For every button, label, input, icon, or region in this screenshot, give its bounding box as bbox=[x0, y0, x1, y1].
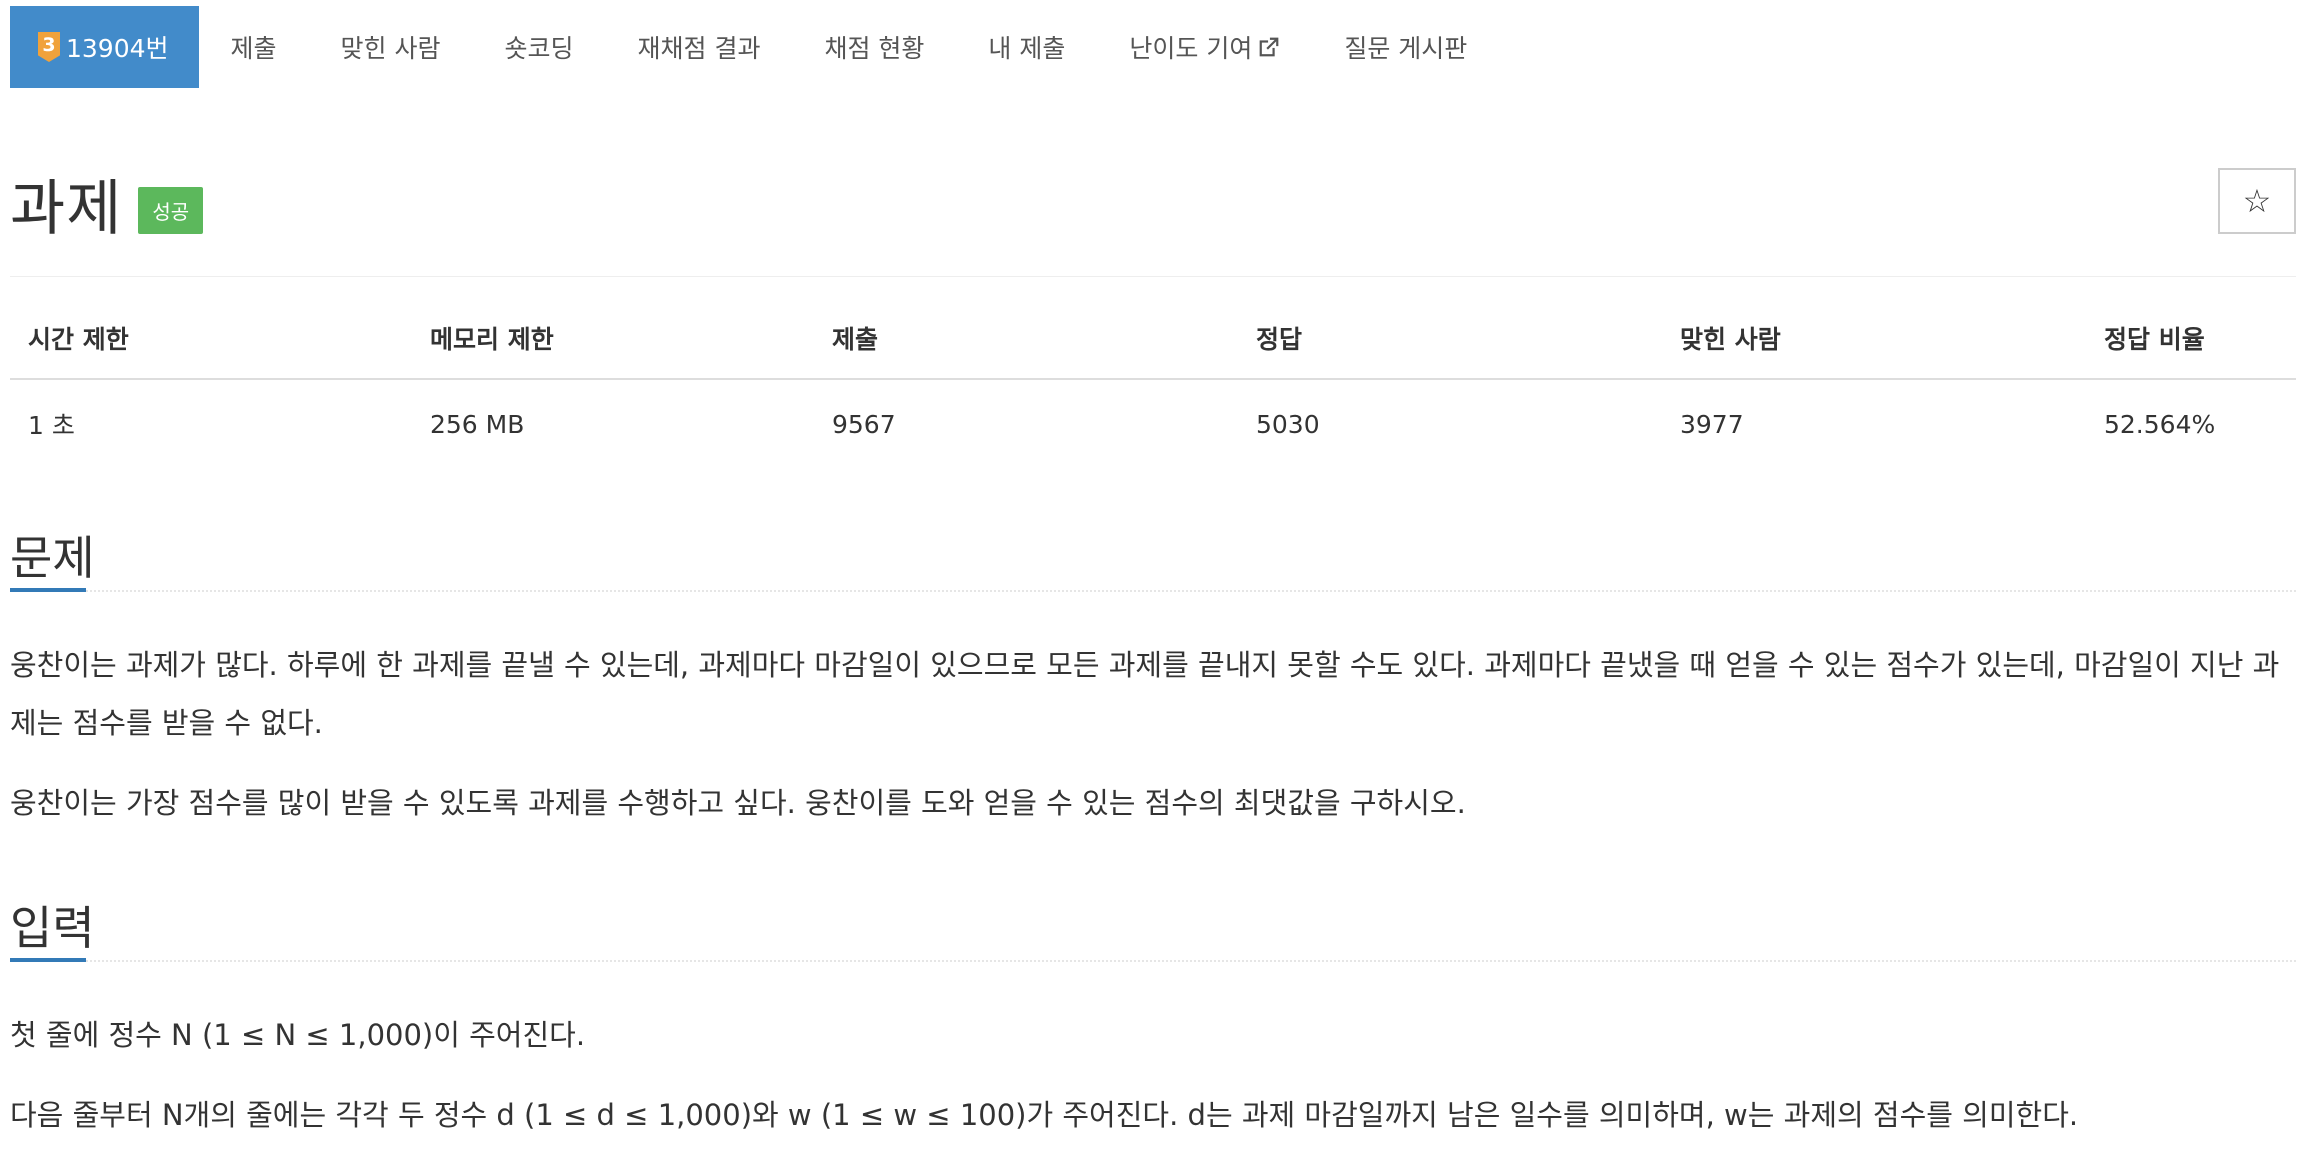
table-header-cell: 시간 제한 bbox=[10, 318, 412, 380]
nav-label: 맞힌 사람 bbox=[340, 34, 441, 63]
input-paragraph: 첫 줄에 정수 N (1 ≤ N ≤ 1,000)이 주어진다. bbox=[10, 1018, 586, 1052]
section-headline: 문제 bbox=[10, 510, 2296, 592]
nav-solvers-tab[interactable]: 맞힌 사람 bbox=[309, 6, 473, 88]
solvers-value: 3977 bbox=[1680, 409, 1744, 439]
external-link-icon bbox=[1259, 37, 1279, 57]
table-header-cell: 맞힌 사람 bbox=[1662, 318, 2086, 380]
tier-badge-icon: 3 bbox=[38, 32, 60, 62]
section-underline bbox=[10, 958, 86, 962]
nav-status-tab[interactable]: 채점 현황 bbox=[792, 6, 956, 88]
section-headline: 입력 bbox=[10, 880, 2296, 962]
table-row: 1 초 256 MB 9567 5030 3977 52.564% bbox=[10, 379, 2296, 448]
status-badge: 성공 bbox=[138, 187, 204, 234]
nav-label: 숏코딩 bbox=[504, 34, 574, 63]
nav-shortcoding-tab[interactable]: 숏코딩 bbox=[473, 6, 606, 88]
time-limit-value: 1 초 bbox=[28, 411, 75, 440]
table-header-cell: 정답 bbox=[1238, 318, 1662, 380]
nav-label: 내 제출 bbox=[988, 34, 1066, 63]
star-icon: ☆ bbox=[2242, 182, 2272, 220]
submissions-value: 9567 bbox=[832, 409, 896, 439]
table-header-row: 시간 제한 메모리 제한 제출 정답 맞힌 사람 정답 비율 bbox=[10, 318, 2296, 380]
problem-id-label: 13904번 bbox=[66, 34, 169, 63]
nav-label: 재채점 결과 bbox=[637, 34, 761, 63]
nav-problem-tab[interactable]: 3 13904번 bbox=[10, 6, 199, 88]
section-title: 문제 bbox=[10, 531, 95, 585]
nav-label: 질문 게시판 bbox=[1344, 34, 1468, 63]
nav-my-submissions-tab[interactable]: 내 제출 bbox=[956, 6, 1097, 88]
problem-body: 웅찬이는 과제가 많다. 하루에 한 과제를 끝낼 수 있는데, 과제마다 마감… bbox=[10, 636, 2296, 832]
problem-nav: 3 13904번 제출 맞힌 사람 숏코딩 재채점 결과 채점 현황 내 제출 … bbox=[10, 6, 1499, 88]
table-header-cell: 메모리 제한 bbox=[412, 318, 814, 380]
memory-limit-value: 256 MB bbox=[430, 409, 525, 439]
nav-label: 난이도 기여 bbox=[1129, 34, 1253, 63]
table-header-cell: 정답 비율 bbox=[2086, 318, 2296, 380]
accepted-value: 5030 bbox=[1256, 409, 1320, 439]
nav-label: 채점 현황 bbox=[824, 34, 925, 63]
favorite-star-button[interactable]: ☆ bbox=[2218, 168, 2296, 234]
problem-paragraph: 웅찬이는 가장 점수를 많이 받을 수 있도록 과제를 수행하고 싶다. 웅찬이… bbox=[10, 786, 1466, 820]
nav-submit-tab[interactable]: 제출 bbox=[199, 6, 309, 88]
input-paragraph: 다음 줄부터 N개의 줄에는 각각 두 정수 d (1 ≤ d ≤ 1,000)… bbox=[10, 1098, 2079, 1132]
problem-info-table: 시간 제한 메모리 제한 제출 정답 맞힌 사람 정답 비율 1 초 256 M… bbox=[10, 318, 2296, 448]
accept-ratio-value: 52.564% bbox=[2104, 409, 2216, 439]
nav-difficulty-tab[interactable]: 난이도 기여 bbox=[1097, 6, 1312, 88]
table-header-cell: 제출 bbox=[814, 318, 1238, 380]
nav-rejudge-tab[interactable]: 재채점 결과 bbox=[606, 6, 793, 88]
problem-title-row: 과제 성공 bbox=[10, 160, 204, 247]
title-divider bbox=[10, 276, 2296, 277]
problem-description-section: 문제 웅찬이는 과제가 많다. 하루에 한 과제를 끝낼 수 있는데, 과제마다… bbox=[10, 510, 2296, 832]
nav-qna-board-tab[interactable]: 질문 게시판 bbox=[1312, 6, 1499, 88]
input-description-section: 입력 첫 줄에 정수 N (1 ≤ N ≤ 1,000)이 주어진다. 다음 줄… bbox=[10, 880, 2296, 1144]
section-underline bbox=[10, 588, 86, 592]
problem-paragraph: 웅찬이는 과제가 많다. 하루에 한 과제를 끝낼 수 있는데, 과제마다 마감… bbox=[10, 648, 2280, 740]
section-title: 입력 bbox=[10, 901, 95, 955]
page-title: 과제 bbox=[10, 174, 123, 244]
nav-label: 제출 bbox=[230, 34, 277, 63]
input-body: 첫 줄에 정수 N (1 ≤ N ≤ 1,000)이 주어진다. 다음 줄부터 … bbox=[10, 1006, 2296, 1144]
